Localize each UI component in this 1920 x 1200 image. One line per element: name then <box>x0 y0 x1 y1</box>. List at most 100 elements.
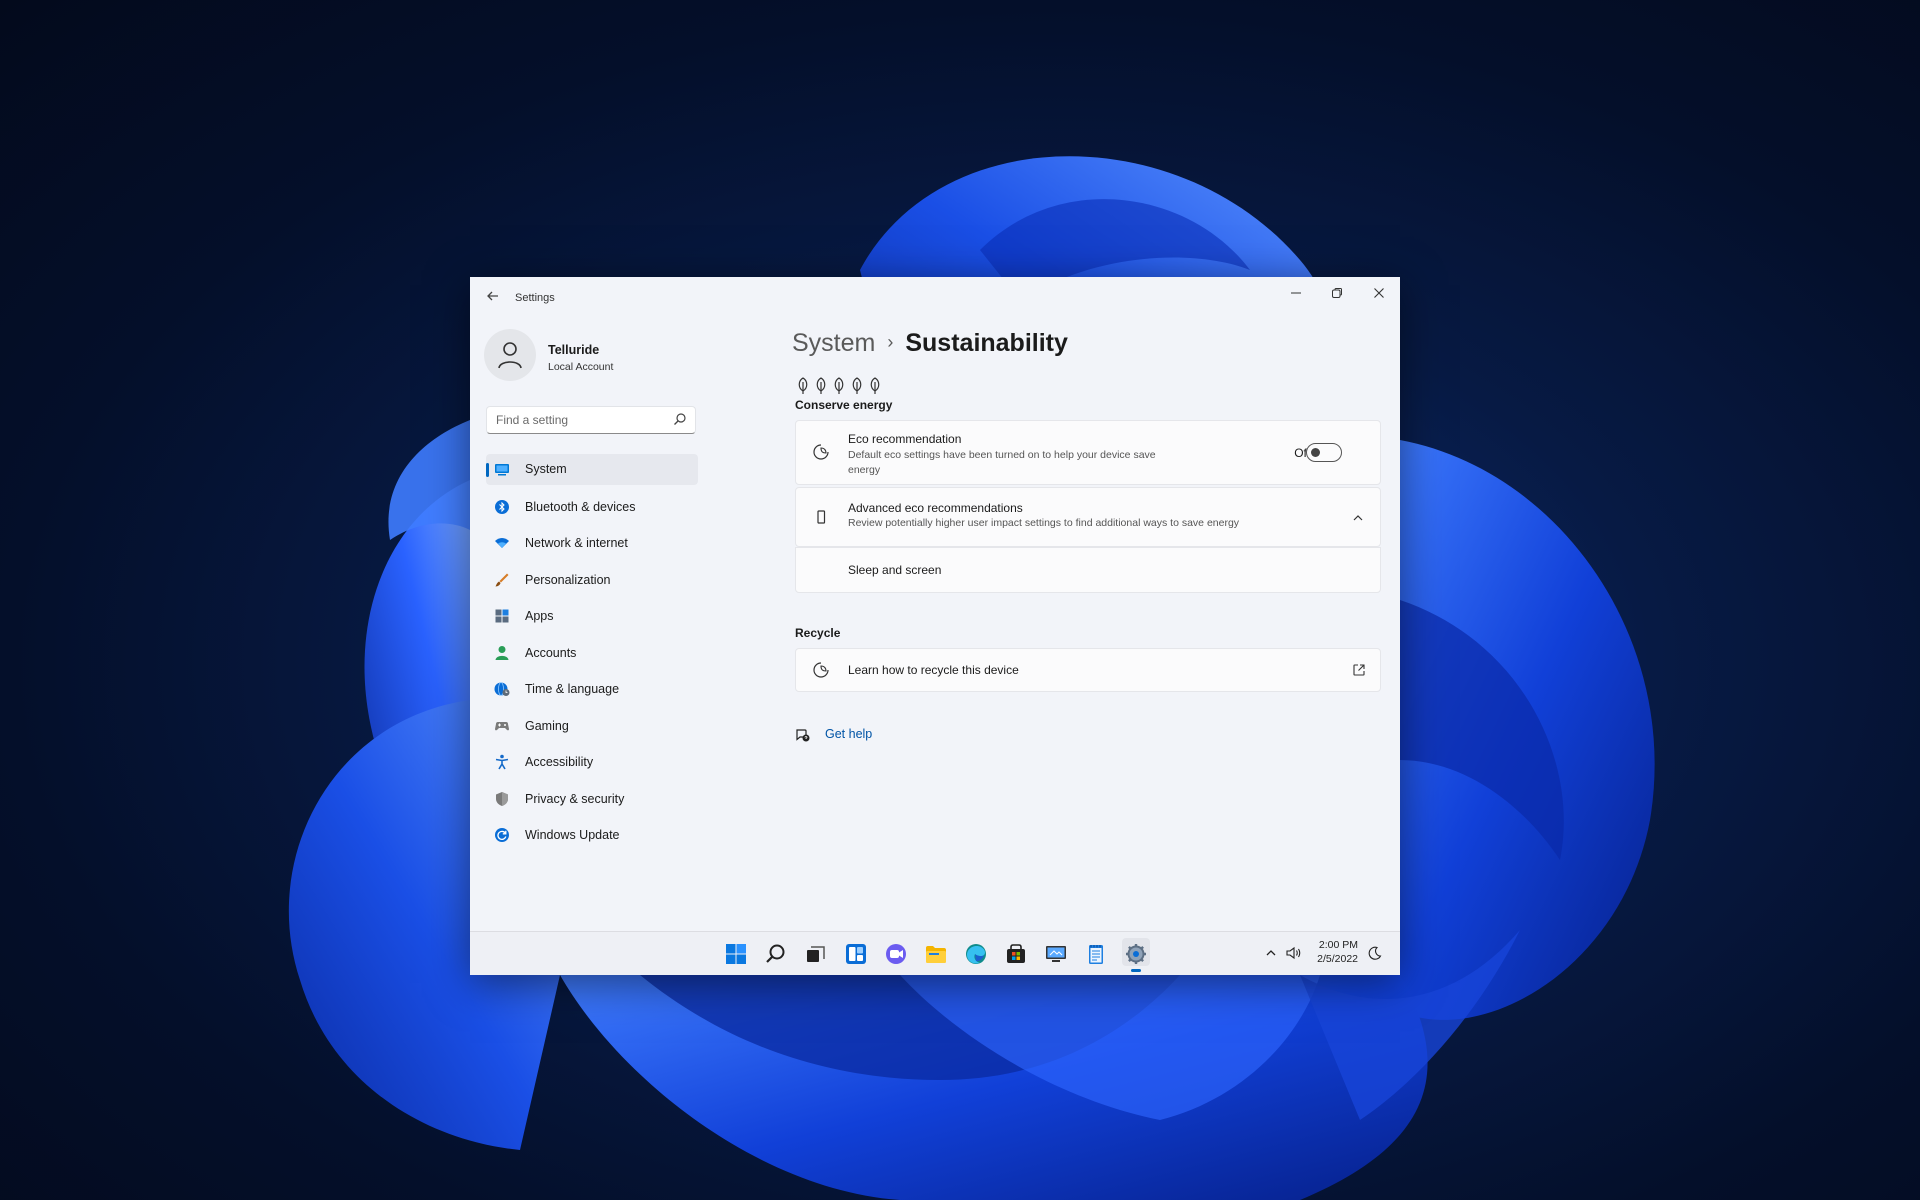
gear-icon <box>1126 944 1146 964</box>
user-name: Telluride <box>548 343 600 357</box>
sidebar-item-system[interactable]: System <box>486 454 698 485</box>
leaf-cycle-icon <box>813 662 829 678</box>
close-icon <box>1374 288 1384 298</box>
sidebar-item-gaming[interactable]: Gaming <box>486 710 698 747</box>
globe-clock-icon <box>494 682 510 696</box>
leaf-cycle-icon <box>813 444 829 460</box>
notepad-icon[interactable] <box>1084 942 1108 966</box>
chat-icon[interactable] <box>884 942 908 966</box>
sleep-and-screen-row[interactable]: Sleep and screen <box>795 547 1381 593</box>
minimize-button[interactable] <box>1282 285 1310 305</box>
breadcrumb-separator: › <box>887 332 894 352</box>
eco-recommendation-card[interactable]: Eco recommendation Default eco settings … <box>795 420 1381 485</box>
leaf-icon <box>870 377 880 394</box>
app-title: Settings <box>515 292 555 304</box>
sidebar-item-label: Apps <box>525 609 554 623</box>
eco-leaf-rating <box>798 377 880 394</box>
breadcrumb: System › Sustainability <box>792 329 1068 365</box>
accessibility-icon <box>495 754 509 770</box>
file-explorer-icon[interactable] <box>924 942 948 966</box>
back-button[interactable] <box>484 289 502 307</box>
sidebar-item-privacy-security[interactable]: Privacy & security <box>486 783 698 820</box>
sidebar-item-accounts[interactable]: Accounts <box>486 637 698 674</box>
eco-recommendation-description: Default eco settings have been turned on… <box>848 449 1156 476</box>
advanced-eco-title: Advanced eco recommendations <box>848 501 1023 515</box>
active-indicator <box>486 463 489 477</box>
help-chat-icon <box>796 729 810 742</box>
focus-assist-moon-icon[interactable] <box>1368 946 1382 960</box>
leaf-icon <box>852 377 862 394</box>
taskbar-clock[interactable]: 2:00 PM 2/5/2022 <box>1316 938 1358 966</box>
leaf-icon <box>834 377 844 394</box>
system-icon <box>495 464 509 476</box>
avatar <box>484 329 536 381</box>
toggle-knob <box>1311 448 1320 457</box>
eco-recommendation-toggle[interactable] <box>1306 443 1342 462</box>
advanced-eco-card[interactable]: Advanced eco recommendations Review pote… <box>795 487 1381 547</box>
search-box[interactable] <box>486 406 696 434</box>
sidebar-item-label: Time & language <box>525 682 620 696</box>
widgets-icon[interactable] <box>844 942 868 966</box>
leaf-icon <box>798 377 808 394</box>
clock-time: 2:00 PM <box>1318 939 1358 951</box>
sidebar-item-accessibility[interactable]: Accessibility <box>486 746 698 783</box>
sidebar-item-label: Privacy & security <box>525 791 625 806</box>
windows-start-icon[interactable] <box>724 942 748 966</box>
sidebar-item-label: Accounts <box>525 645 577 660</box>
search-input[interactable] <box>494 410 668 430</box>
page-title: Sustainability <box>905 329 1068 357</box>
sidebar-item-bluetooth[interactable]: Bluetooth & devices <box>486 491 698 528</box>
sidebar-item-label: Network & internet <box>525 536 628 550</box>
close-button[interactable] <box>1365 285 1393 305</box>
settings-window: Settings Telluride Local Account System … <box>470 277 1400 975</box>
sidebar-item-time-language[interactable]: Time & language <box>486 673 698 710</box>
get-help-link[interactable]: Get help <box>825 727 872 741</box>
bluetooth-icon <box>495 499 509 514</box>
sidebar-item-windows-update[interactable]: Windows Update <box>486 819 698 856</box>
sidebar-nav: System Bluetooth & devices Network & int… <box>486 454 698 856</box>
arrow-left-icon <box>487 291 498 301</box>
breadcrumb-parent[interactable]: System <box>792 329 875 357</box>
sidebar-item-personalization[interactable]: Personalization <box>486 564 698 601</box>
external-link-icon[interactable] <box>1352 663 1366 677</box>
task-view-icon[interactable] <box>804 942 828 966</box>
taskbar: 2:00 PM 2/5/2022 <box>470 931 1400 975</box>
sidebar-item-label: Bluetooth & devices <box>525 499 636 514</box>
recycle-link-label: Learn how to recycle this device <box>848 663 1019 677</box>
wifi-icon <box>495 538 509 548</box>
refresh-icon <box>495 828 509 842</box>
volume-icon[interactable] <box>1286 946 1302 960</box>
sidebar-item-label: Windows Update <box>525 828 620 842</box>
store-icon[interactable] <box>1004 942 1028 966</box>
brush-icon <box>495 573 509 586</box>
gamepad-icon <box>495 721 509 730</box>
user-profile[interactable]: Telluride Local Account <box>484 329 704 385</box>
sidebar-item-label: Gaming <box>525 718 569 733</box>
running-indicator <box>1131 969 1141 972</box>
sidebar-item-label: System <box>525 462 567 476</box>
sidebar-item-label: Accessibility <box>525 755 594 769</box>
sidebar-item-network[interactable]: Network & internet <box>486 527 698 564</box>
account-type: Local Account <box>548 361 614 373</box>
device-icon <box>817 510 826 524</box>
title-bar: Settings <box>470 277 1400 317</box>
search-icon[interactable] <box>673 412 687 426</box>
edge-browser-icon[interactable] <box>964 942 988 966</box>
settings-taskbar-button[interactable] <box>1122 938 1150 972</box>
remote-desktop-icon[interactable] <box>1044 942 1068 966</box>
leaf-icon <box>816 377 826 394</box>
restore-icon <box>1332 288 1342 298</box>
restore-button[interactable] <box>1323 285 1351 305</box>
section-recycle: Recycle <box>795 626 841 640</box>
shield-icon <box>496 791 508 806</box>
eco-recommendation-title: Eco recommendation <box>848 432 962 446</box>
chevron-up-icon[interactable] <box>1352 512 1364 524</box>
apps-icon <box>495 609 509 623</box>
person-icon <box>495 645 509 660</box>
sidebar-item-label: Personalization <box>525 572 611 587</box>
search-icon[interactable] <box>764 942 788 966</box>
recycle-card[interactable]: Learn how to recycle this device <box>795 648 1381 692</box>
sidebar-item-apps[interactable]: Apps <box>486 600 698 637</box>
chevron-up-icon[interactable] <box>1265 947 1277 959</box>
person-icon <box>498 342 522 369</box>
